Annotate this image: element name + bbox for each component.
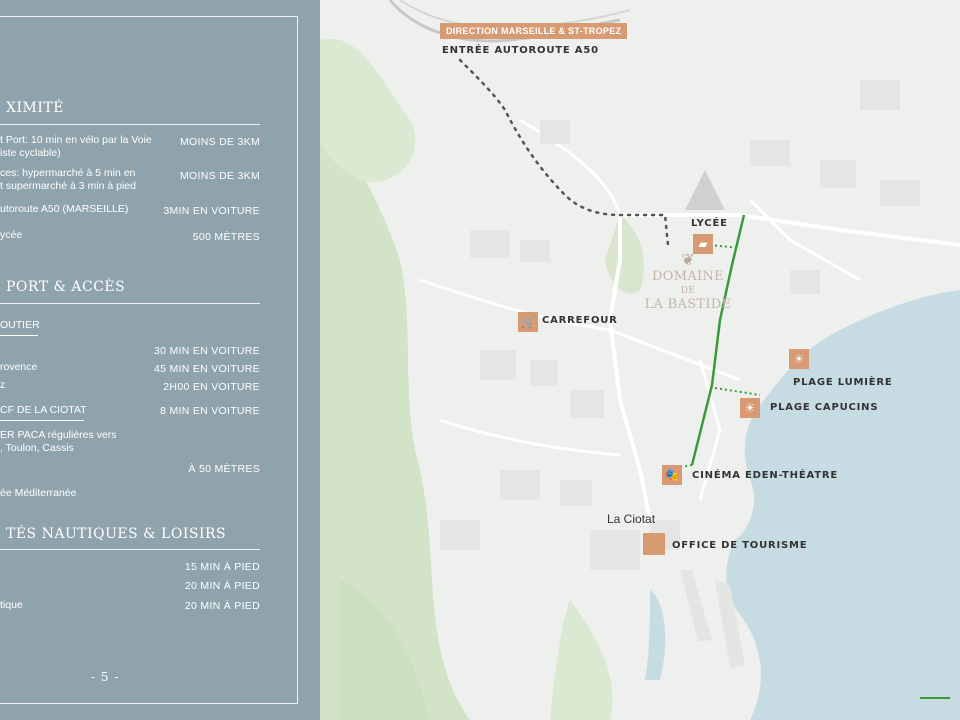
nautique-value-1: 15 MIN À PIED [184, 561, 260, 573]
transport-label-5: , Toulon, Cassis [0, 442, 74, 454]
poi-label-lycee: LYCÉE [691, 218, 728, 229]
transport-value-4: 8 MIN EN VOITURE [160, 405, 260, 417]
legend-route-line [920, 697, 950, 699]
section-rule [0, 549, 260, 550]
proximite-item-1-line1: t Port: 10 min en vélo par la Voie [0, 134, 152, 146]
transport-value-2: 45 MIN EN VOITURE [153, 363, 260, 375]
subheading-rule [0, 335, 38, 336]
proximite-item-3-line1: utoroute A50 (MARSEILLE) [0, 203, 129, 215]
nautique-value-3: 20 MIN À PIED [184, 600, 260, 612]
proximite-item-1-line2: iste cyclable) [0, 147, 61, 159]
crest-icon: ❦ [681, 250, 695, 269]
poi-label-plage-capucins: PLAGE CAPUCINS [770, 402, 879, 413]
proximite-item-4-value: 500 MÈTRES [192, 231, 260, 243]
domaine-de-la-bastide-logo: ❦ DOMAINE DE LA BASTIDE [638, 250, 738, 312]
poi-label-carrefour: CARREFOUR [542, 315, 618, 326]
info-panel: XIMITÉ t Port: 10 min en vélo par la Voi… [0, 0, 320, 720]
poi-label-office: OFFICE DE TOURISME [672, 540, 808, 551]
subheading-rule [0, 420, 84, 421]
domaine-line2: DE [680, 286, 696, 296]
section-title-proximite: XIMITÉ [6, 100, 64, 116]
map-background [320, 0, 960, 720]
transport-label-4: ER PACA régulières vers [0, 429, 117, 441]
page-number: - 5 - [91, 670, 120, 684]
transport-label-1: rovence [0, 361, 38, 373]
section-title-nautique: TÉS NAUTIQUES & LOISIRS [6, 526, 227, 542]
proximite-item-1-value: MOINS DE 3KM [179, 136, 260, 148]
proximite-item-2-value: MOINS DE 3KM [179, 170, 260, 182]
transport-label-2: z [0, 379, 6, 391]
domaine-line3: LA BASTIDE [644, 297, 732, 312]
map-area [320, 0, 960, 720]
sun-icon[interactable]: ☀ [789, 349, 809, 369]
proximite-item-2-line2: t supermarché à 3 min à pied [0, 180, 136, 192]
entree-autoroute-label: ENTRÉE AUTOROUTE A50 [442, 45, 599, 56]
section-title-transport: PORT & ACCÈS [6, 279, 126, 295]
proximite-item-3-value: 3MIN EN VOITURE [163, 205, 260, 217]
section-rule [0, 303, 260, 304]
transport-value-3: 2H00 EN VOITURE [163, 381, 260, 393]
section-rule [0, 124, 260, 125]
proximite-item-4-line1: ycée [0, 229, 23, 241]
proximite-item-2-line1: ces: hypermarché à 5 min en [0, 167, 136, 179]
poi-label-cinema: CINÉMA EDEN-THÉATRE [692, 470, 838, 481]
nautique-label-1: tique [0, 599, 23, 611]
transport-value-5: À 50 MÈTRES [188, 463, 260, 475]
transport-subheading: OUTIER [0, 319, 40, 331]
cinema-icon[interactable]: 🎭 [662, 465, 682, 485]
domaine-line1: DOMAINE [652, 269, 724, 284]
transport-label-3: CF DE LA CIOTAT [0, 404, 87, 416]
poi-label-plage-lumiere: PLAGE LUMIÈRE [793, 377, 893, 388]
tourist-office-icon[interactable] [643, 533, 665, 555]
sun-icon[interactable]: ☀ [740, 398, 760, 418]
nautique-value-2: 20 MIN À PIED [184, 580, 260, 592]
direction-badge: DIRECTION MARSEILLE & ST-TROPEZ [440, 23, 628, 39]
transport-value-1: 30 MIN EN VOITURE [153, 345, 260, 357]
transport-label-6: ée Méditerranée [0, 487, 77, 499]
town-name: La Ciotat [607, 512, 656, 526]
shopping-cart-icon[interactable]: 🛒 [518, 312, 538, 332]
